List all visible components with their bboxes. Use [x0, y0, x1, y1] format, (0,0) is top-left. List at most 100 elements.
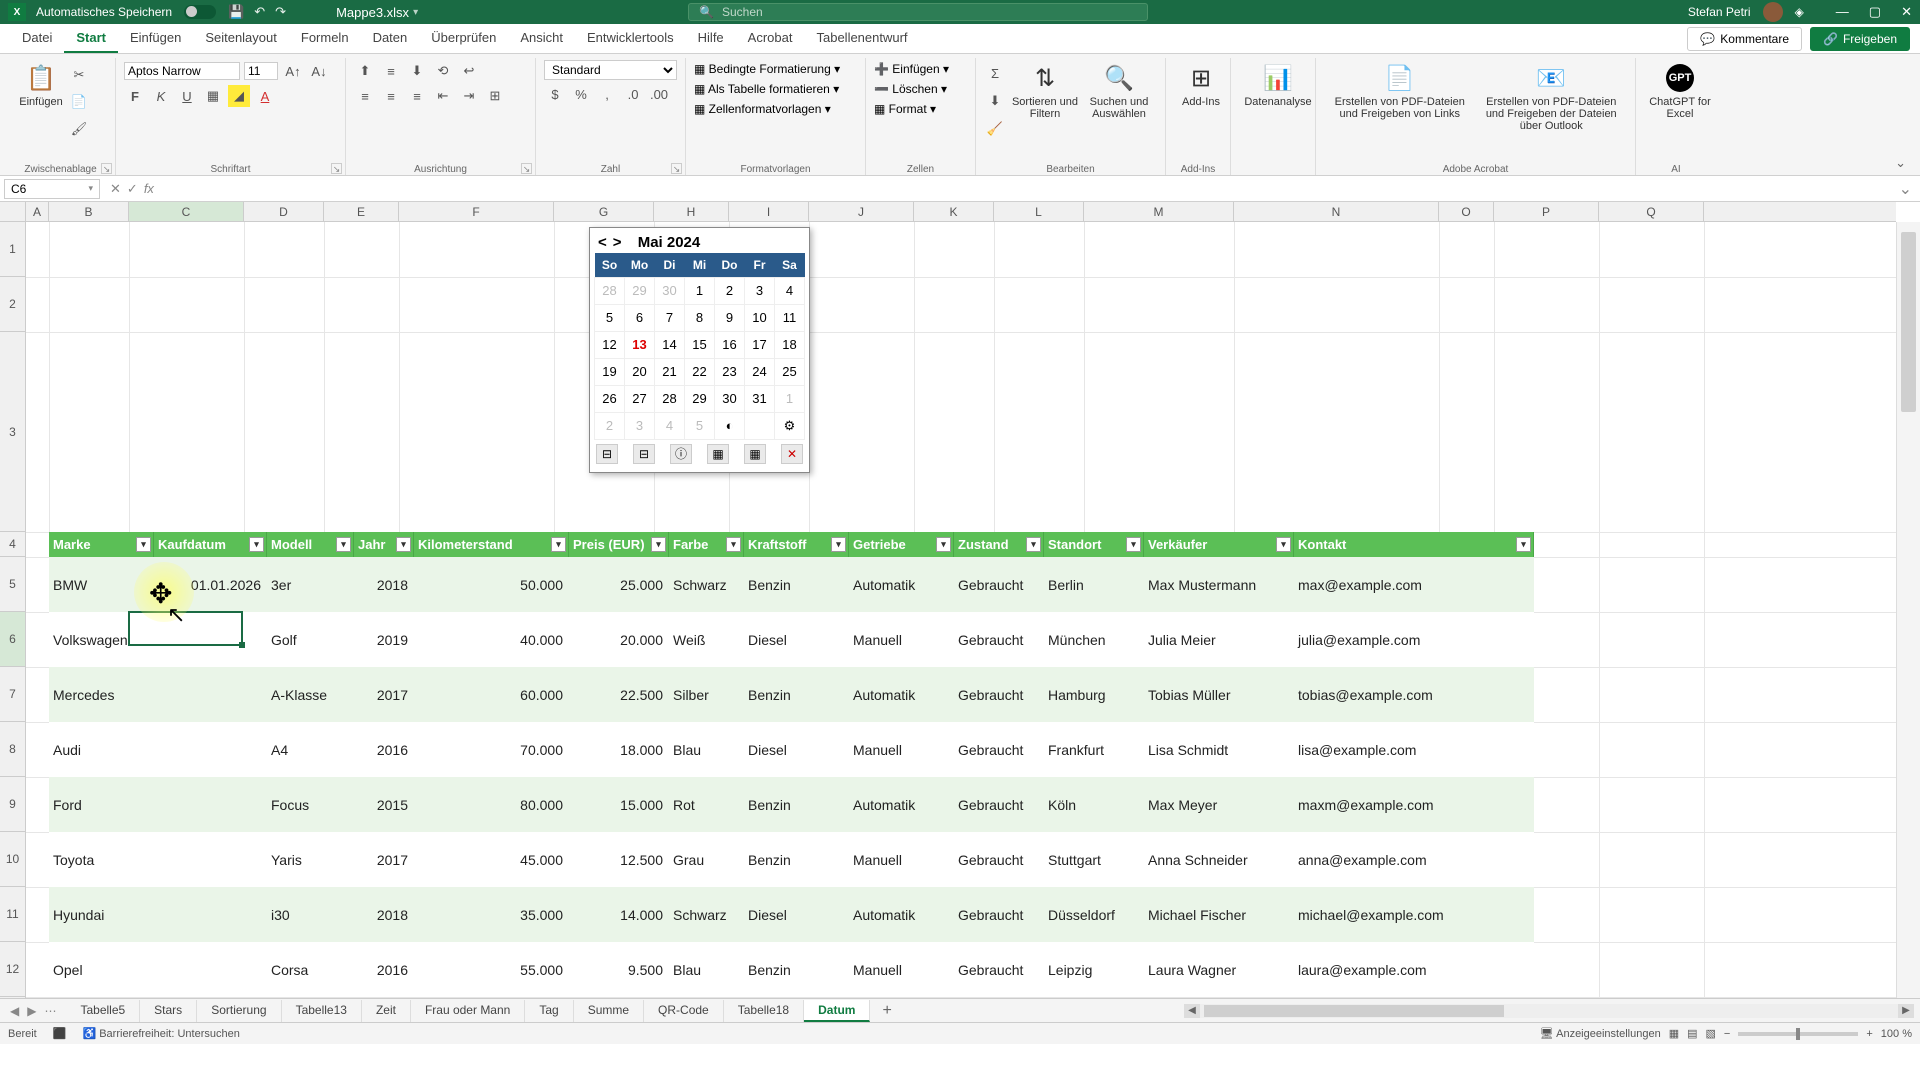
- table-cell[interactable]: 55.000: [414, 942, 569, 997]
- close-icon[interactable]: ✕: [1901, 4, 1912, 20]
- ribbon-tab[interactable]: Daten: [361, 24, 420, 53]
- username[interactable]: Stefan Petri: [1688, 5, 1751, 19]
- table-cell[interactable]: [154, 887, 267, 942]
- cal-day[interactable]: 23: [715, 358, 745, 385]
- table-cell[interactable]: München: [1044, 612, 1144, 667]
- row-header[interactable]: 10: [0, 832, 25, 887]
- cell-styles-button[interactable]: ▦ Zellenformatvorlagen ▾: [694, 102, 857, 116]
- table-cell[interactable]: Leipzig: [1044, 942, 1144, 997]
- filter-icon[interactable]: ▾: [249, 537, 264, 552]
- increase-indent-icon[interactable]: ⇥: [458, 85, 480, 107]
- table-cell[interactable]: Rot: [669, 777, 744, 832]
- autosum-icon[interactable]: Σ: [984, 62, 1006, 84]
- table-cell[interactable]: 2016: [354, 722, 414, 777]
- cal-day[interactable]: 3: [625, 412, 655, 439]
- cal-day[interactable]: 3: [745, 277, 775, 304]
- cal-day[interactable]: 22: [685, 358, 715, 385]
- table-header[interactable]: Kaufdatum▾: [154, 532, 267, 557]
- fill-color-icon[interactable]: ◢: [228, 85, 250, 107]
- cal-day[interactable]: 28: [655, 385, 685, 412]
- cal-day[interactable]: 6: [625, 304, 655, 331]
- page-layout-view-icon[interactable]: ▤: [1687, 1027, 1697, 1040]
- hscroll-left-icon[interactable]: ◀: [1184, 1004, 1200, 1018]
- table-cell[interactable]: anna@example.com: [1294, 832, 1534, 887]
- column-headers[interactable]: ABCDEFGHIJKLMNOPQ: [26, 202, 1896, 222]
- formula-input[interactable]: [160, 187, 1891, 191]
- sheet-tab[interactable]: Sortierung: [197, 1000, 281, 1022]
- ribbon-tab[interactable]: Einfügen: [118, 24, 193, 53]
- italic-icon[interactable]: K: [150, 85, 172, 107]
- fill-icon[interactable]: ⬇: [984, 90, 1006, 112]
- sheet-tab[interactable]: Frau oder Mann: [411, 1000, 525, 1022]
- filter-icon[interactable]: ▾: [936, 537, 951, 552]
- table-cell[interactable]: [154, 832, 267, 887]
- ribbon-tab[interactable]: Ansicht: [508, 24, 575, 53]
- table-cell[interactable]: Benzin: [744, 777, 849, 832]
- sort-filter-button[interactable]: ⇅Sortieren und Filtern: [1010, 60, 1080, 140]
- enter-formula-icon[interactable]: ✓: [127, 181, 138, 197]
- ribbon-tab[interactable]: Start: [64, 24, 118, 53]
- macro-record-icon[interactable]: ⬛: [53, 1027, 67, 1040]
- comma-icon[interactable]: ,: [596, 83, 618, 105]
- row-header[interactable]: 4: [0, 532, 25, 557]
- table-cell[interactable]: Grau: [669, 832, 744, 887]
- cal-day[interactable]: 1: [775, 385, 805, 412]
- cal-day[interactable]: [745, 412, 775, 439]
- table-cell[interactable]: 12.500: [569, 832, 669, 887]
- table-header[interactable]: Kontakt▾: [1294, 532, 1534, 557]
- filter-icon[interactable]: ▾: [1276, 537, 1291, 552]
- dialog-launcher-icon[interactable]: ↘: [331, 163, 342, 174]
- table-cell[interactable]: Anna Schneider: [1144, 832, 1294, 887]
- row-headers[interactable]: 123456789101112: [0, 222, 26, 998]
- cal-tool-icon[interactable]: ⊟: [633, 444, 655, 464]
- align-middle-icon[interactable]: ≡: [380, 60, 402, 82]
- cal-day[interactable]: 31: [745, 385, 775, 412]
- table-cell[interactable]: Blau: [669, 722, 744, 777]
- table-header[interactable]: Zustand▾: [954, 532, 1044, 557]
- table-cell[interactable]: 70.000: [414, 722, 569, 777]
- ribbon-tab[interactable]: Tabellenentwurf: [804, 24, 919, 53]
- column-header[interactable]: O: [1439, 202, 1494, 221]
- table-cell[interactable]: 2019: [354, 612, 414, 667]
- table-cell[interactable]: 2018: [354, 557, 414, 612]
- increase-font-icon[interactable]: A↑: [282, 60, 304, 82]
- data-analysis-button[interactable]: 📊Datenanalyse: [1239, 60, 1317, 108]
- table-cell[interactable]: Manuell: [849, 942, 954, 997]
- add-sheet-button[interactable]: +: [870, 1002, 903, 1020]
- column-header[interactable]: L: [994, 202, 1084, 221]
- table-cell[interactable]: Automatik: [849, 557, 954, 612]
- column-header[interactable]: G: [554, 202, 654, 221]
- sheet-tab[interactable]: QR-Code: [644, 1000, 724, 1022]
- decrease-font-icon[interactable]: A↓: [308, 60, 330, 82]
- table-cell[interactable]: Toyota: [49, 832, 154, 887]
- cal-day[interactable]: 18: [775, 331, 805, 358]
- accessibility-status[interactable]: ♿ Barrierefreiheit: Untersuchen: [82, 1027, 239, 1040]
- cal-next-icon[interactable]: >: [613, 234, 622, 251]
- table-cell[interactable]: Laura Wagner: [1144, 942, 1294, 997]
- cal-day[interactable]: 2: [595, 412, 625, 439]
- table-cell[interactable]: 25.000: [569, 557, 669, 612]
- ribbon-tab[interactable]: Seitenlayout: [193, 24, 289, 53]
- table-row[interactable]: ToyotaYaris201745.00012.500GrauBenzinMan…: [49, 832, 1534, 887]
- cal-day[interactable]: 29: [685, 385, 715, 412]
- selected-cell[interactable]: [128, 611, 243, 646]
- table-cell[interactable]: maxm@example.com: [1294, 777, 1534, 832]
- pdf-links-button[interactable]: 📄Erstellen von PDF-Dateien und Freigeben…: [1324, 60, 1476, 132]
- sheet-nav-prev-icon[interactable]: ◀: [10, 1004, 19, 1018]
- table-cell[interactable]: 40.000: [414, 612, 569, 667]
- table-cell[interactable]: Yaris: [267, 832, 354, 887]
- column-header[interactable]: H: [654, 202, 729, 221]
- table-cell[interactable]: 22.500: [569, 667, 669, 722]
- table-cell[interactable]: Diesel: [744, 887, 849, 942]
- name-box[interactable]: C6▾: [4, 179, 100, 199]
- avatar[interactable]: [1763, 2, 1783, 22]
- cal-day[interactable]: 28: [595, 277, 625, 304]
- table-cell[interactable]: 50.000: [414, 557, 569, 612]
- cal-tool-icon[interactable]: ⓘ: [670, 444, 692, 464]
- table-cell[interactable]: Gebraucht: [954, 612, 1044, 667]
- table-cell[interactable]: Max Mustermann: [1144, 557, 1294, 612]
- filter-icon[interactable]: ▾: [651, 537, 666, 552]
- filter-icon[interactable]: ▾: [831, 537, 846, 552]
- cal-day[interactable]: 26: [595, 385, 625, 412]
- conditional-format-button[interactable]: ▦ Bedingte Formatierung ▾: [694, 62, 857, 76]
